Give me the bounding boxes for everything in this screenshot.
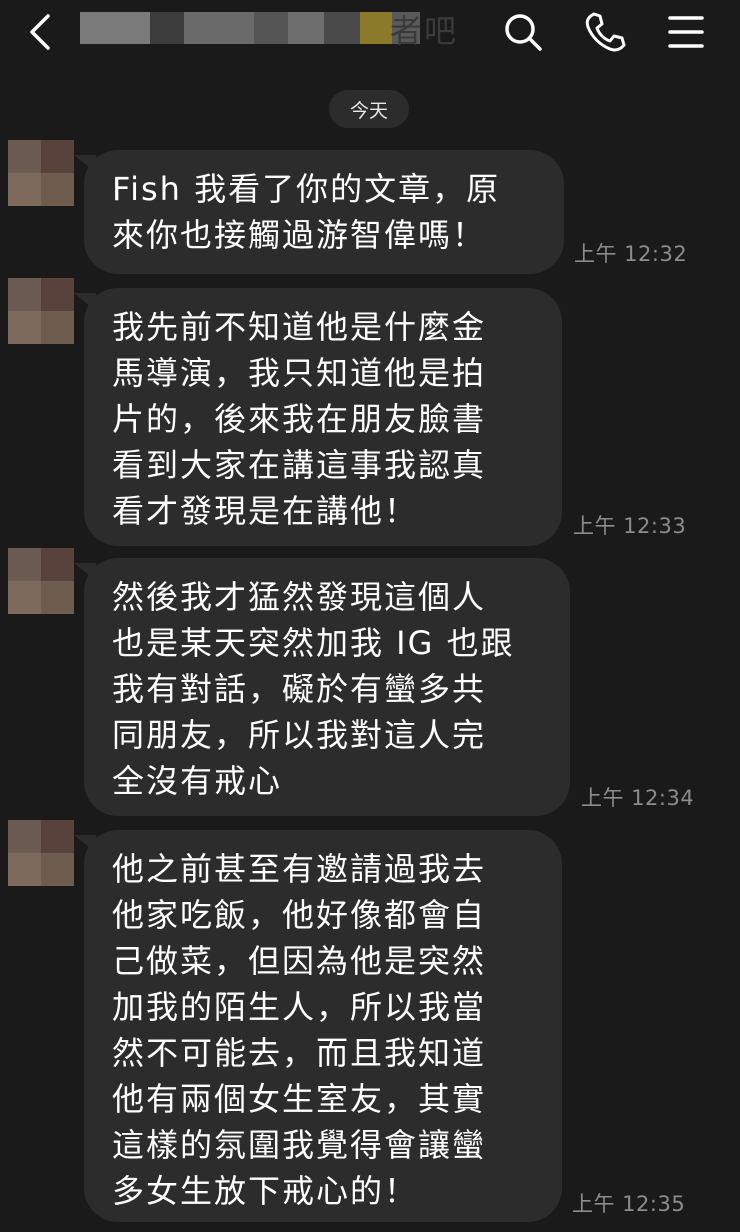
message-line: 他家吃飯，他好像都會自 [112, 896, 487, 934]
message-line: 馬導演，我只知道他是拍 [112, 354, 487, 392]
avatar[interactable] [8, 140, 74, 206]
message-line: 我有對話，礙於有蠻多共 [112, 670, 487, 708]
message-line: 然不可能去，而且我知道 [112, 1034, 487, 1072]
message-line: 看到大家在講這事我認真 [112, 446, 487, 484]
search-button[interactable] [500, 10, 544, 54]
message-line: 他有兩個女生室友，其實 [112, 1080, 487, 1118]
avatar[interactable] [8, 548, 74, 614]
message-timestamp: 上午 12:35 [572, 1192, 686, 1216]
chevron-left-icon [30, 14, 50, 50]
message-line: 同朋友，所以我對這人完 [112, 716, 487, 754]
search-icon [505, 14, 542, 51]
message-line: 我先前不知道他是什麼金 [112, 308, 487, 346]
message-line: 他之前甚至有邀請過我去 [112, 850, 487, 888]
message-line: 己做菜，但因為他是突然 [112, 942, 487, 980]
message-line: 也是某天突然加我 IG 也跟 [112, 624, 515, 662]
avatar[interactable] [8, 278, 74, 344]
back-button[interactable] [22, 10, 62, 54]
menu-icon [668, 16, 704, 48]
message-line: 這樣的氛圍我覺得會讓蠻 [112, 1126, 487, 1164]
avatar[interactable] [8, 820, 74, 886]
message-timestamp: 上午 12:33 [573, 514, 687, 538]
message-timestamp: 上午 12:34 [581, 786, 695, 810]
menu-button[interactable] [664, 10, 708, 54]
message-timestamp: 上午 12:32 [574, 242, 688, 266]
chat-title: 者吧 [390, 12, 459, 50]
message-line: Fish 我看了你的文章，原 [112, 170, 501, 208]
message-line: 片的，後來我在朋友臉書 [112, 400, 487, 438]
message-line: 來你也接觸過游智偉嗎！ [112, 216, 487, 254]
message-bubble[interactable]: 然後我才猛然發現這個人 也是某天突然加我 IG 也跟 我有對話，礙於有蠻多共 同… [84, 558, 570, 816]
message-bubble[interactable]: 他之前甚至有邀請過我去 他家吃飯，他好像都會自 己做菜，但因為他是突然 加我的陌… [84, 830, 562, 1222]
message-line: 看才發現是在講他！ [112, 492, 419, 530]
message-bubble[interactable]: Fish 我看了你的文章，原 來你也接觸過游智偉嗎！ [84, 150, 564, 274]
message-line: 加我的陌生人，所以我當 [112, 988, 487, 1026]
message-line: 多女生放下戒心的！ [112, 1172, 419, 1210]
phone-icon [585, 12, 626, 52]
message-line: 全沒有戒心 [112, 762, 283, 800]
date-separator: 今天 [329, 90, 409, 128]
call-button[interactable] [582, 10, 626, 54]
message-bubble[interactable]: 我先前不知道他是什麼金 馬導演，我只知道他是拍 片的，後來我在朋友臉書 看到大家… [84, 288, 562, 546]
chat-header: 者吧 [0, 0, 740, 66]
message-line: 然後我才猛然發現這個人 [112, 578, 487, 616]
